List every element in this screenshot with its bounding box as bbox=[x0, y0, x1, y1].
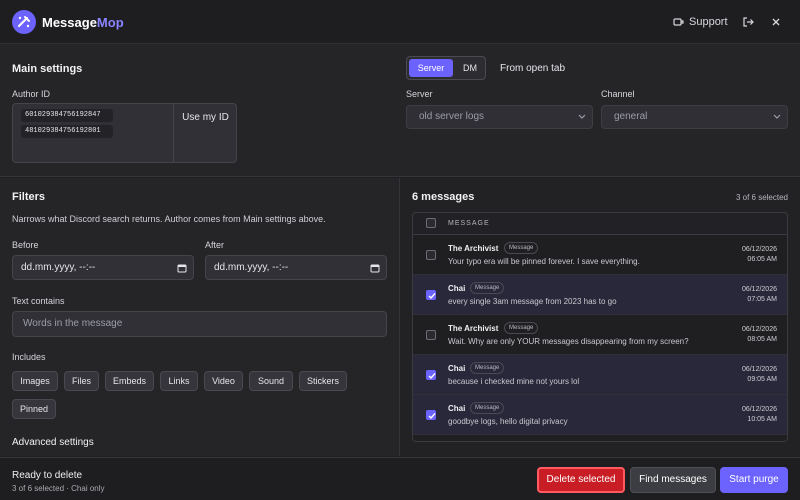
message-badge: Message bbox=[470, 402, 505, 414]
includes-label: Includes bbox=[12, 352, 46, 362]
chevron-down-icon bbox=[578, 114, 586, 119]
message-date: 06/12/2026 10:05 AM bbox=[741, 406, 777, 423]
use-my-id-button[interactable]: Use my ID bbox=[174, 104, 237, 132]
row-checkbox[interactable] bbox=[426, 410, 436, 420]
row-checkbox[interactable] bbox=[426, 290, 436, 300]
coffee-icon bbox=[673, 18, 684, 26]
start-purge-button[interactable]: Start purge bbox=[720, 467, 788, 493]
logout-icon bbox=[743, 17, 754, 27]
message-author: The Archivist bbox=[448, 324, 499, 333]
column-message: MESSAGE bbox=[448, 220, 490, 227]
before-label: Before bbox=[12, 240, 39, 250]
advanced-settings-toggle[interactable]: Advanced settings bbox=[12, 437, 94, 448]
support-label: Support bbox=[689, 16, 728, 28]
row-checkbox[interactable] bbox=[426, 250, 436, 260]
message-date: 06/12/2026 06:05 AM bbox=[741, 246, 777, 263]
messages-table: MESSAGE The Archivist Message Your typo … bbox=[412, 212, 788, 442]
check-icon bbox=[428, 293, 436, 300]
chevron-down-icon bbox=[773, 114, 781, 119]
after-date-input[interactable]: dd.mm.yyyy, --:-- bbox=[205, 255, 387, 280]
close-button[interactable] bbox=[771, 13, 781, 31]
select-all-checkbox[interactable] bbox=[426, 218, 436, 228]
message-author: Chai bbox=[448, 284, 466, 293]
mode-toggle: Server DM bbox=[406, 56, 486, 80]
include-chip-sound[interactable]: Sound bbox=[249, 371, 293, 391]
include-chip-stickers[interactable]: Stickers bbox=[299, 371, 347, 391]
message-text: every single 3am message from 2023 has t… bbox=[448, 297, 617, 306]
channel-value: general bbox=[614, 111, 648, 122]
close-icon bbox=[772, 18, 780, 26]
after-label: After bbox=[205, 240, 225, 250]
selected-count: 3 of 6 selected bbox=[735, 193, 788, 202]
support-button[interactable]: Support bbox=[673, 13, 728, 31]
channel-label: Channel bbox=[601, 89, 635, 99]
include-chip-files[interactable]: Files bbox=[64, 371, 99, 391]
from-open-tab-button[interactable]: From open tab bbox=[500, 63, 565, 74]
check-icon bbox=[428, 413, 436, 420]
message-text: goodbye logs, hello digital privacy bbox=[448, 417, 568, 426]
author-id-label: Author ID bbox=[12, 89, 51, 99]
table-header: MESSAGE bbox=[413, 213, 787, 235]
include-chip-video[interactable]: Video bbox=[204, 371, 243, 391]
brand-name: MessageMop bbox=[42, 15, 124, 30]
table-row[interactable]: The Archivist Message Wait. Why are only… bbox=[413, 315, 787, 355]
author-id-chip: 601029384756192847 bbox=[21, 109, 113, 122]
table-row[interactable]: The Archivist Message Your typo era will… bbox=[413, 235, 787, 275]
after-date-value: dd.mm.yyyy, --:-- bbox=[214, 262, 289, 273]
message-date: 06/12/2026 07:05 AM bbox=[741, 286, 777, 303]
main-settings-title: Main settings bbox=[12, 63, 83, 75]
messages-title: 6 messages bbox=[412, 191, 475, 203]
author-id-field[interactable]: 601029384756192847 481029384756192801 Us… bbox=[12, 103, 237, 163]
message-date: 06/12/2026 08:05 AM bbox=[741, 326, 777, 343]
table-row[interactable]: Chai Message every single 3am message fr… bbox=[413, 275, 787, 315]
message-text: Your typo era will be pinned forever. I … bbox=[448, 257, 640, 266]
server-value: old server logs bbox=[419, 111, 485, 122]
tab-server[interactable]: Server bbox=[409, 59, 453, 77]
calendar-icon[interactable] bbox=[177, 263, 187, 273]
message-author: The Archivist bbox=[448, 244, 499, 253]
row-checkbox[interactable] bbox=[426, 330, 436, 340]
include-chip-pinned[interactable]: Pinned bbox=[12, 399, 56, 419]
before-date-value: dd.mm.yyyy, --:-- bbox=[21, 262, 96, 273]
message-badge: Message bbox=[470, 282, 505, 294]
row-checkbox[interactable] bbox=[426, 370, 436, 380]
delete-selected-button[interactable]: Delete selected bbox=[537, 467, 625, 493]
status-text: Ready to delete bbox=[12, 470, 83, 481]
message-badge: Message bbox=[504, 322, 539, 334]
text-contains-input[interactable]: Words in the message bbox=[12, 311, 387, 337]
author-id-chip: 481029384756192801 bbox=[21, 125, 113, 138]
message-date: 06/12/2026 09:05 AM bbox=[741, 366, 777, 383]
calendar-icon[interactable] bbox=[370, 263, 380, 273]
include-chip-images[interactable]: Images bbox=[12, 371, 58, 391]
message-text: because i checked mine not yours lol bbox=[448, 377, 580, 386]
channel-select[interactable]: general bbox=[601, 105, 788, 129]
filters-description: Narrows what Discord search returns. Aut… bbox=[12, 214, 326, 224]
message-badge: Message bbox=[470, 362, 505, 374]
app-header: MessageMop Support bbox=[0, 0, 800, 44]
table-row[interactable]: Chai Message goodbye logs, hello digital… bbox=[413, 395, 787, 435]
message-author: Chai bbox=[448, 364, 466, 373]
message-text: Wait. Why are only YOUR messages disappe… bbox=[448, 337, 689, 346]
filters-title: Filters bbox=[12, 191, 46, 203]
server-select[interactable]: old server logs bbox=[406, 105, 593, 129]
tab-dm[interactable]: DM bbox=[455, 59, 485, 77]
before-date-input[interactable]: dd.mm.yyyy, --:-- bbox=[12, 255, 194, 280]
footer-bar: Ready to delete 3 of 6 selected · Chai o… bbox=[0, 457, 800, 500]
server-label: Server bbox=[406, 89, 433, 99]
logout-button[interactable] bbox=[742, 13, 754, 31]
include-chip-links[interactable]: Links bbox=[160, 371, 198, 391]
message-badge: Message bbox=[504, 242, 539, 254]
logo-icon bbox=[12, 10, 36, 34]
message-author: Chai bbox=[448, 404, 466, 413]
status-detail: 3 of 6 selected · Chai only bbox=[12, 484, 105, 493]
find-messages-button[interactable]: Find messages bbox=[630, 467, 716, 493]
text-contains-label: Text contains bbox=[12, 296, 65, 306]
text-placeholder: Words in the message bbox=[23, 318, 123, 329]
include-chip-embeds[interactable]: Embeds bbox=[105, 371, 154, 391]
check-icon bbox=[428, 373, 436, 380]
table-row[interactable]: Chai Message because i checked mine not … bbox=[413, 355, 787, 395]
